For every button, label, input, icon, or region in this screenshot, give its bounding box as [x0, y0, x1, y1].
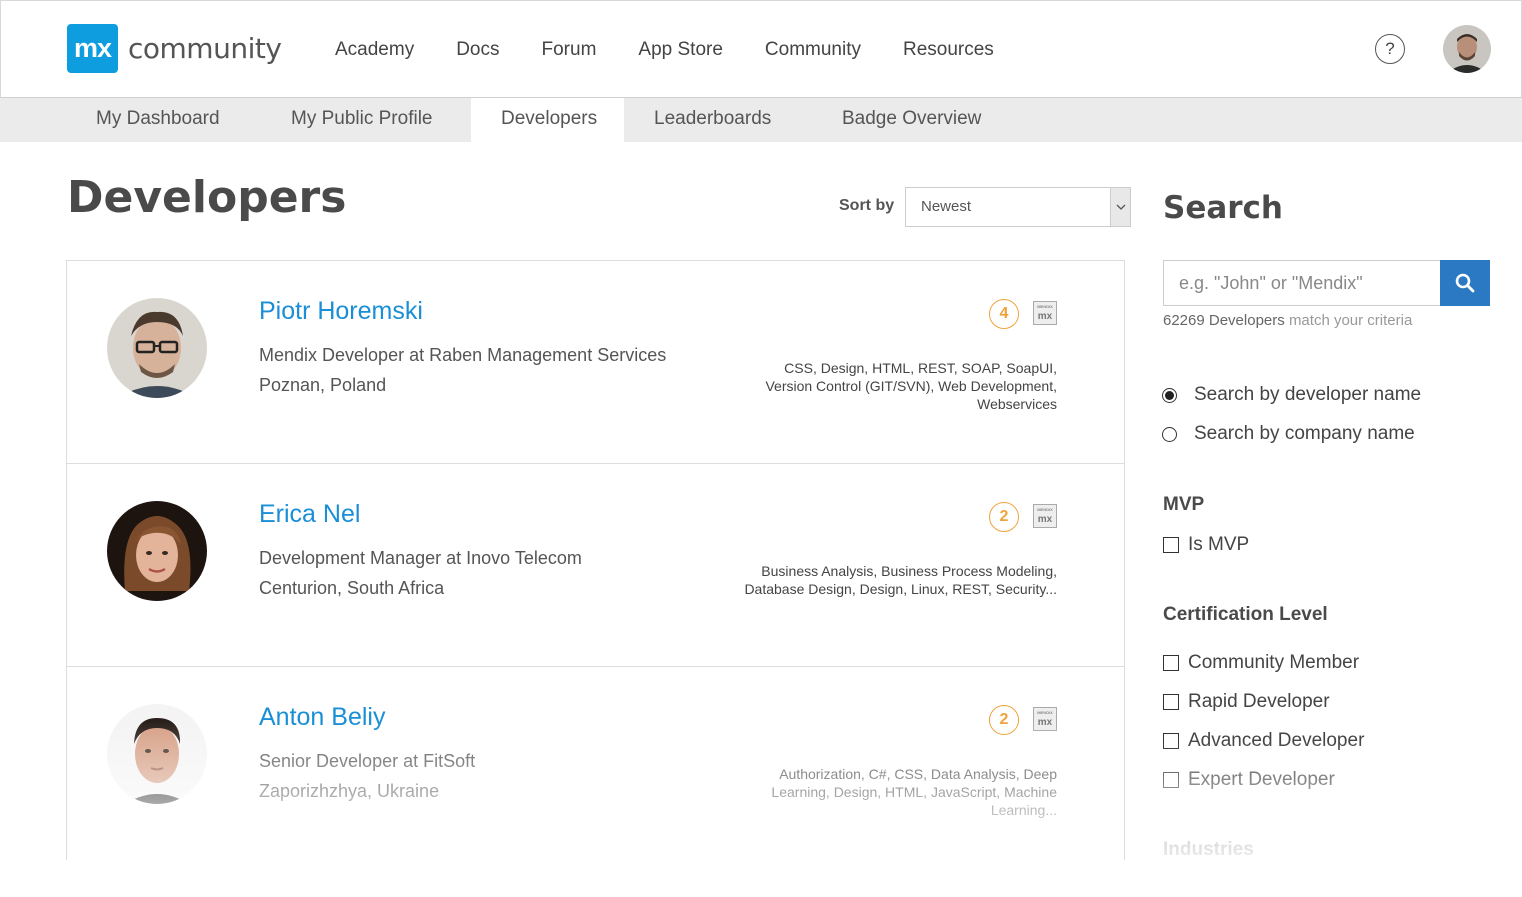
nav-app-store[interactable]: App Store	[638, 39, 723, 61]
checkbox[interactable]	[1163, 537, 1179, 553]
developer-skills: Business Analysis, Business Process Mode…	[744, 563, 1057, 597]
help-icon[interactable]: ?	[1375, 34, 1405, 64]
checkbox-is-mvp[interactable]: Is MVP	[1163, 534, 1249, 556]
radio-button[interactable]	[1162, 426, 1177, 442]
badge-count: 2	[989, 705, 1019, 735]
checkbox[interactable]	[1163, 694, 1179, 710]
search-icon	[1455, 273, 1475, 293]
radio-button-checked[interactable]	[1162, 387, 1177, 403]
chevron-down-icon	[1110, 188, 1130, 226]
tab-badge-overview[interactable]: Badge Overview	[812, 98, 1011, 142]
developer-name[interactable]: Erica Nel	[259, 500, 360, 529]
developer-name[interactable]: Piotr Horemski	[259, 297, 423, 326]
checkbox[interactable]	[1163, 772, 1179, 788]
developer-list: Piotr Horemski Mendix Developer at Raben…	[66, 260, 1125, 860]
checkbox-label: Is MVP	[1188, 534, 1250, 555]
sort-label: Sort by	[839, 197, 895, 214]
radio-label: Search by developer name	[1194, 384, 1422, 405]
radio-search-developer-name[interactable]: Search by developer name	[1162, 384, 1421, 406]
top-navigation-bar: mx community Academy Docs Forum App Stor…	[0, 0, 1522, 98]
main-nav: Academy Docs Forum App Store Community R…	[335, 39, 1036, 61]
radio-label: Search by company name	[1194, 423, 1415, 444]
search-input[interactable]	[1163, 260, 1441, 306]
checkbox-label: Advanced Developer	[1188, 730, 1365, 751]
nav-resources[interactable]: Resources	[903, 39, 994, 61]
mendix-certified-icon: mx	[1033, 707, 1057, 731]
nav-docs[interactable]: Docs	[456, 39, 499, 61]
developer-skills: Authorization, C#, CSS, Data Analysis, D…	[771, 766, 1057, 818]
certification-heading: Certification Level	[1163, 604, 1328, 625]
nav-community[interactable]: Community	[765, 39, 861, 61]
developer-location: Poznan, Poland	[259, 375, 387, 395]
badge-count: 4	[989, 299, 1019, 329]
checkbox-label: Community Member	[1188, 652, 1360, 673]
tab-my-dashboard[interactable]: My Dashboard	[66, 98, 250, 142]
tab-my-public-profile[interactable]: My Public Profile	[261, 98, 463, 142]
radio-search-company-name[interactable]: Search by company name	[1162, 423, 1415, 445]
developer-name[interactable]: Anton Beliy	[259, 703, 385, 732]
nav-academy[interactable]: Academy	[335, 39, 414, 61]
result-count: 62269 Developers match your criteria	[1163, 312, 1412, 329]
search-title: Search	[1163, 190, 1284, 226]
checkbox[interactable]	[1163, 655, 1179, 671]
tab-leaderboards[interactable]: Leaderboards	[624, 98, 801, 142]
mendix-certified-icon: mx	[1033, 301, 1057, 325]
mx-logo-icon: mx	[67, 24, 118, 73]
nav-forum[interactable]: Forum	[542, 39, 597, 61]
developer-skills: CSS, Design, HTML, REST, SOAP, SoapUI, V…	[765, 360, 1057, 412]
user-avatar[interactable]	[1443, 25, 1491, 73]
checkbox-community-member[interactable]: Community Member	[1163, 652, 1359, 674]
search-button[interactable]	[1440, 260, 1490, 306]
developer-location: Centurion, South Africa	[259, 578, 445, 598]
developer-card: Piotr Horemski Mendix Developer at Raben…	[67, 261, 1124, 464]
page-title: Developers	[67, 172, 347, 223]
developer-role: Mendix Developer at Raben Management Ser…	[259, 345, 667, 365]
developer-card: Anton Beliy Senior Developer at FitSoft …	[67, 667, 1124, 860]
result-count-suffix: match your criteria	[1288, 312, 1413, 329]
sidebar-fade-overlay	[1150, 740, 1522, 897]
developer-avatar[interactable]	[107, 298, 207, 398]
checkbox[interactable]	[1163, 733, 1179, 749]
sort-value: Newest	[921, 198, 972, 215]
mx-community-logo[interactable]: mx community	[67, 24, 282, 73]
developer-role: Senior Developer at FitSoft	[259, 751, 476, 771]
developer-card: Erica Nel Development Manager at Inovo T…	[67, 464, 1124, 667]
developer-role: Development Manager at Inovo Telecom	[259, 548, 582, 568]
checkbox-label: Expert Developer	[1188, 769, 1335, 790]
industries-heading: Industries	[1163, 839, 1254, 860]
mendix-certified-icon: mx	[1033, 504, 1057, 528]
checkbox-rapid-developer[interactable]: Rapid Developer	[1163, 691, 1330, 713]
checkbox-advanced-developer[interactable]: Advanced Developer	[1163, 730, 1364, 752]
logo-text: community	[128, 32, 282, 65]
tab-developers[interactable]: Developers	[471, 98, 624, 142]
developer-location: Zaporizhzhya, Ukraine	[259, 781, 440, 801]
checkbox-expert-developer[interactable]: Expert Developer	[1163, 769, 1335, 791]
badge-count: 2	[989, 502, 1019, 532]
sort-dropdown[interactable]: Newest	[905, 187, 1131, 227]
result-count-number: 62269 Developers	[1163, 312, 1285, 329]
checkbox-label: Rapid Developer	[1188, 691, 1330, 712]
developer-avatar[interactable]	[107, 501, 207, 601]
mvp-heading: MVP	[1163, 494, 1205, 515]
subtab-bar: My Dashboard My Public Profile Developer…	[0, 98, 1522, 142]
developer-avatar[interactable]	[107, 704, 207, 804]
